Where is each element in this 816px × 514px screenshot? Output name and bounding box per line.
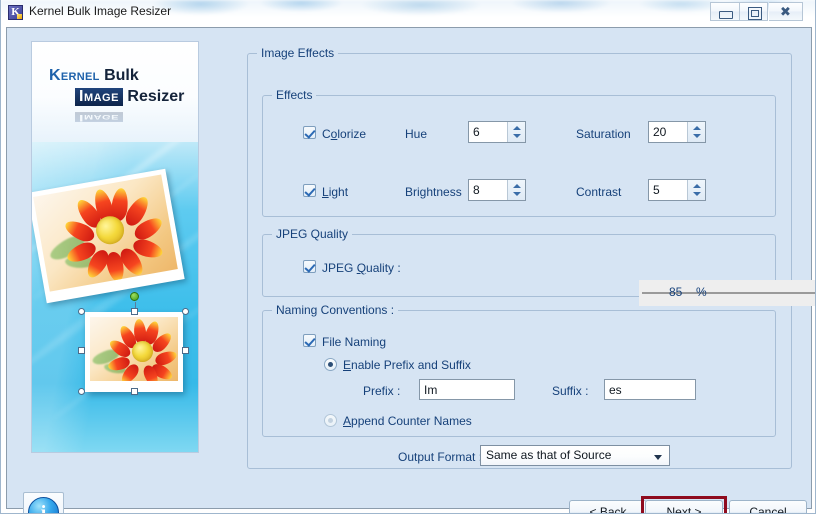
prefix-label: Prefix : (363, 384, 401, 398)
contrast-label: Contrast (576, 185, 622, 199)
colorize-checkbox[interactable] (303, 126, 316, 139)
saturation-label: Saturation (576, 127, 631, 141)
app-icon-spark (17, 14, 22, 19)
selection-handle-middle-left[interactable] (78, 347, 85, 354)
append-counter-label: Append Counter Names (343, 414, 472, 428)
info-button[interactable]: i (23, 492, 64, 513)
source-photo-image (33, 174, 178, 292)
jpeg-quality-slider[interactable] (639, 280, 815, 306)
back-button[interactable]: < Back (569, 500, 647, 513)
colorize-label: Colorize (322, 127, 367, 141)
spinner-up-icon[interactable] (513, 126, 521, 130)
enable-prefix-suffix-radio[interactable] (324, 358, 337, 371)
logo-bulk-text: Bulk (104, 67, 139, 84)
naming-conventions-group: Naming Conventions : File Naming Enable … (262, 303, 776, 437)
hue-spinner[interactable]: 6 (468, 121, 526, 143)
minimize-icon (711, 3, 739, 20)
logo-resizer-text: Resizer (127, 88, 185, 105)
flower-center (132, 341, 153, 362)
hue-value: 6 (473, 125, 480, 139)
close-button[interactable]: ✖ (769, 2, 803, 21)
effects-group: Effects Colorize Hue 6 Saturation 20 Lig… (262, 88, 776, 217)
output-format-label: Output Format : (398, 450, 483, 464)
saturation-spinner[interactable]: 20 (648, 121, 706, 143)
selection-handle-middle-right[interactable] (182, 347, 189, 354)
client-area: Kernel Bulk Image Resizer Image Image Ef… (6, 27, 815, 513)
close-icon: ✖ (780, 4, 791, 19)
cancel-button[interactable]: Cancel (729, 500, 807, 513)
jpeg-quality-label: JPEG Quality : (322, 261, 401, 275)
image-effects-legend: Image Effects (257, 46, 339, 60)
illustration-artwork (32, 142, 198, 452)
title-bar: K Kernel Bulk Image Resizer ✖ (1, 0, 815, 25)
logo-image-text: Image (75, 88, 123, 106)
suffix-label: Suffix : (552, 384, 589, 398)
spinner-down-icon[interactable] (513, 134, 521, 138)
resized-photo-image (90, 317, 178, 381)
light-label: Light (322, 185, 349, 199)
app-icon: K (8, 5, 23, 20)
brightness-spinner-buttons[interactable] (507, 180, 525, 200)
jpeg-quality-value: 85 (669, 285, 683, 299)
jpeg-quality-checkbox[interactable] (303, 260, 316, 273)
logo-line-2: Image Resizer (75, 88, 184, 106)
restore-icon (740, 3, 767, 20)
contrast-spinner-buttons[interactable] (687, 180, 705, 200)
enable-prefix-suffix-label: Enable Prefix and Suffix (343, 358, 471, 372)
output-format-dropdown[interactable]: Same as that of Source (480, 445, 670, 466)
contrast-spinner[interactable]: 5 (648, 179, 706, 201)
jpeg-quality-unit: % (696, 285, 707, 299)
logo-line-1: Kernel Bulk (49, 67, 139, 85)
output-format-value: Same as that of Source (486, 448, 612, 462)
image-effects-group: Image Effects Effects Colorize Hue 6 Sat… (247, 46, 815, 469)
rotate-handle[interactable] (130, 292, 139, 301)
logo-kernel-text: Kernel (49, 67, 100, 84)
spinner-down-icon[interactable] (693, 192, 701, 196)
branding-panel: Kernel Bulk Image Resizer Image (31, 41, 199, 453)
prefix-input[interactable]: Im (419, 379, 515, 400)
brightness-value: 8 (473, 183, 480, 197)
logo-reflection-image: Image (75, 112, 123, 122)
flower-graphic (33, 174, 178, 291)
saturation-value: 20 (653, 125, 667, 139)
hue-label: Hue (405, 127, 428, 141)
selection-handle-top-center[interactable] (131, 308, 138, 315)
saturation-spinner-buttons[interactable] (687, 122, 705, 142)
source-photo (32, 168, 185, 304)
info-icon: i (28, 497, 59, 513)
chevron-down-icon[interactable] (654, 455, 662, 460)
selection-handle-bottom-left[interactable] (78, 388, 85, 395)
logo-reflection: Image (75, 112, 123, 122)
suffix-input[interactable]: es (604, 379, 696, 400)
effects-legend: Effects (272, 88, 317, 102)
hue-spinner-buttons[interactable] (507, 122, 525, 142)
light-checkbox[interactable] (303, 184, 316, 197)
brightness-label: Brightness (405, 185, 462, 199)
spinner-up-icon[interactable] (693, 126, 701, 130)
naming-conventions-legend: Naming Conventions : (272, 303, 399, 317)
file-naming-checkbox[interactable] (303, 334, 316, 347)
spinner-up-icon[interactable] (513, 184, 521, 188)
file-naming-label: File Naming (322, 335, 387, 349)
flower-graphic (90, 317, 178, 381)
spinner-up-icon[interactable] (693, 184, 701, 188)
resized-photo (85, 312, 183, 392)
selection-handle-top-right[interactable] (182, 308, 189, 315)
selection-handle-top-left[interactable] (78, 308, 85, 315)
maximize-button[interactable] (739, 2, 768, 21)
product-logo: Kernel Bulk Image Resizer Image (32, 42, 198, 142)
minimize-button[interactable] (710, 2, 739, 21)
contrast-value: 5 (653, 183, 660, 197)
spinner-down-icon[interactable] (513, 192, 521, 196)
window-title: Kernel Bulk Image Resizer (29, 4, 172, 18)
application-window: K Kernel Bulk Image Resizer ✖ Kernel Bul… (0, 0, 816, 514)
selection-handle-bottom-center[interactable] (131, 388, 138, 395)
append-counter-radio[interactable] (324, 414, 337, 427)
jpeg-quality-legend: JPEG Quality (272, 227, 353, 241)
next-button-highlight (641, 496, 727, 513)
spinner-down-icon[interactable] (693, 134, 701, 138)
brightness-spinner[interactable]: 8 (468, 179, 526, 201)
